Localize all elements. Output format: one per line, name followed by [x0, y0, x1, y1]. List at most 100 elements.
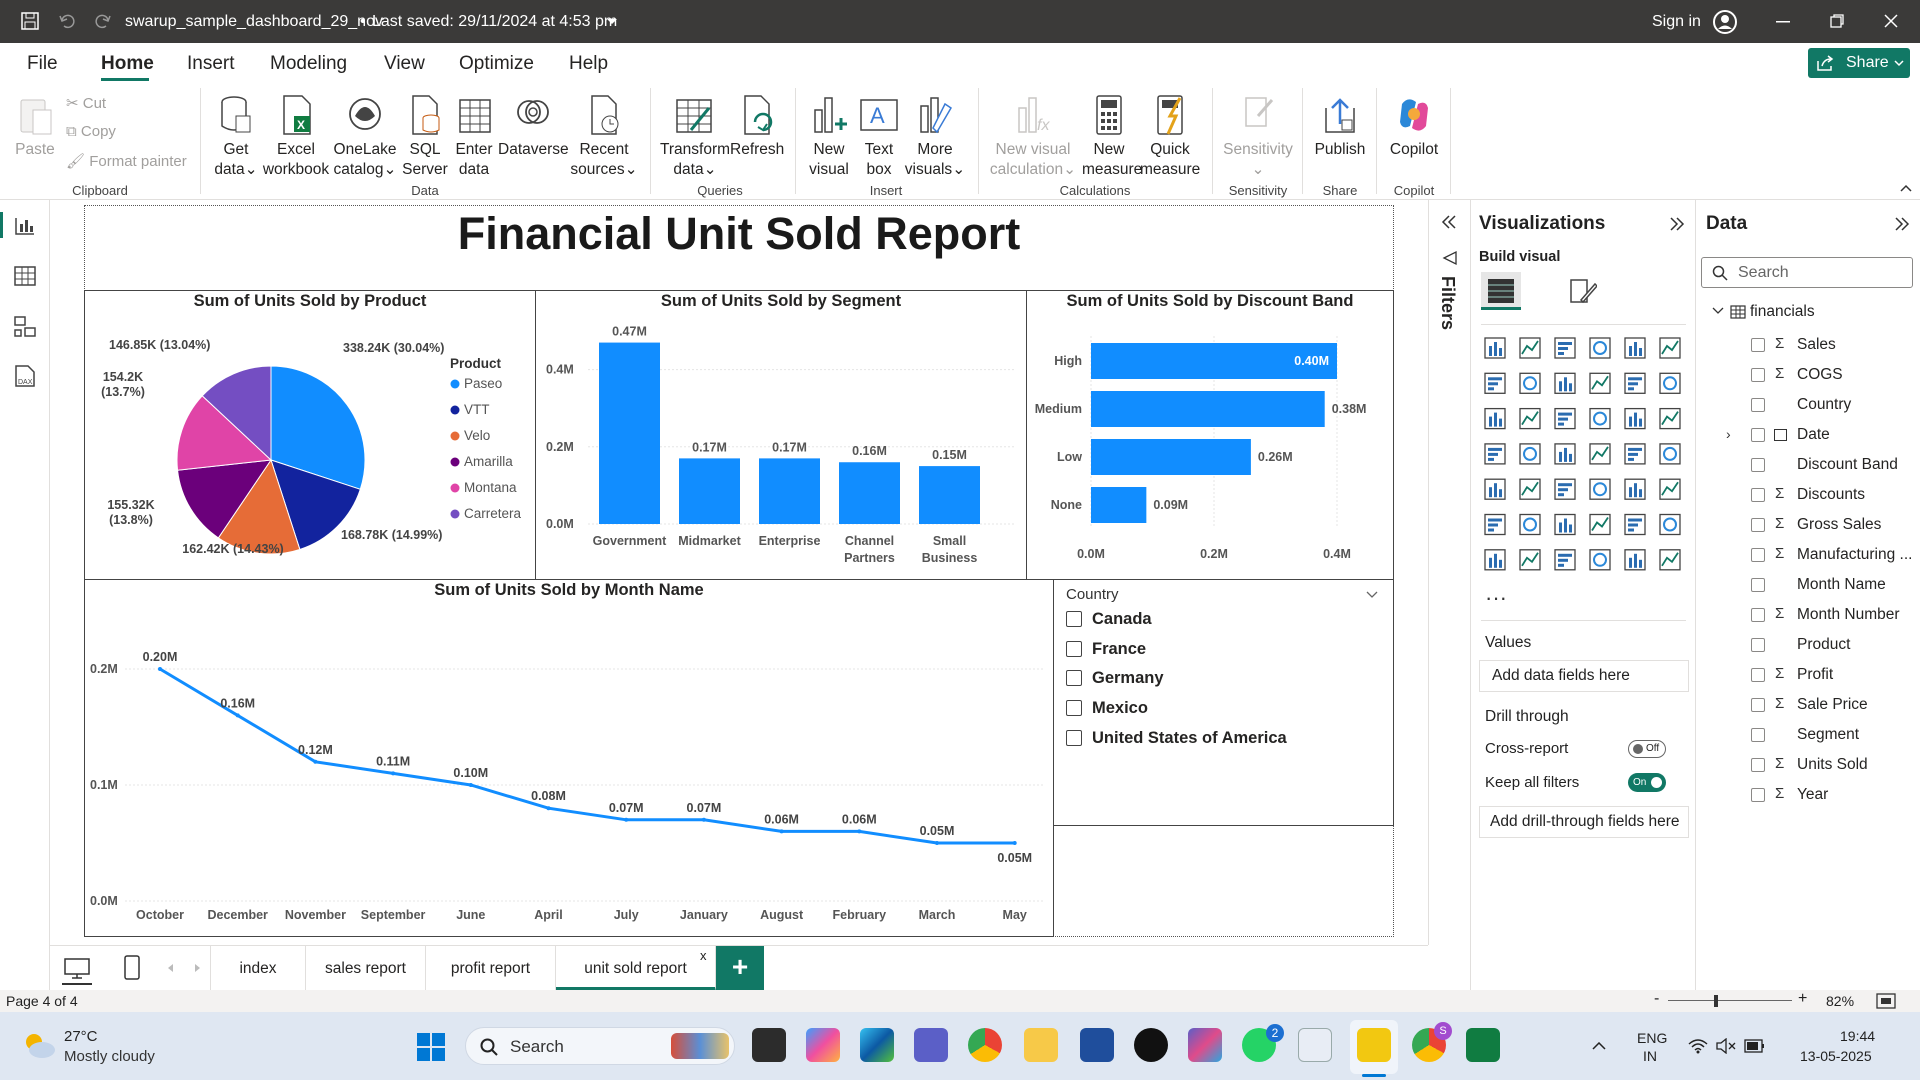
legend-marker[interactable] [450, 431, 460, 441]
icon-bar[interactable] [1558, 412, 1572, 416]
keep-all-filters-toggle[interactable]: On [1628, 773, 1666, 792]
menu-home[interactable]: Home [101, 53, 154, 75]
wifi-icon[interactable] [1688, 1038, 1708, 1054]
scroll-right-icon[interactable] [194, 963, 202, 973]
field-checkbox[interactable] [1751, 578, 1765, 592]
icon-circle[interactable] [1523, 446, 1537, 461]
discount-band-visual[interactable]: Sum of Units Sold by Discount Band 0.0M 0… [1026, 290, 1394, 580]
icon-bar[interactable] [1564, 377, 1567, 392]
excel-app-icon[interactable] [1466, 1028, 1500, 1062]
slicer-item[interactable]: France [1066, 640, 1146, 659]
icon-bar[interactable] [1488, 377, 1502, 381]
icon-line[interactable] [1591, 375, 1609, 390]
visual-type-icon[interactable] [1589, 549, 1611, 571]
visual-type-icon[interactable] [1659, 407, 1681, 430]
close-icon[interactable] [1884, 14, 1898, 28]
sign-in-link[interactable]: Sign in [1652, 13, 1701, 31]
desktop-layout-icon[interactable] [64, 958, 90, 980]
copy-button[interactable]: ⧉ Copy [66, 123, 116, 140]
field-item[interactable]: Σ Discounts [1696, 484, 1920, 508]
account-icon[interactable] [1712, 9, 1738, 35]
icon-circle[interactable] [1663, 446, 1677, 461]
bar[interactable] [599, 342, 660, 524]
table-view-icon[interactable] [14, 266, 36, 286]
icon-bar[interactable] [1569, 383, 1572, 392]
visual-type-icon[interactable] [1484, 513, 1506, 536]
icon-line[interactable] [1661, 552, 1679, 567]
menu-view[interactable]: View [384, 53, 425, 75]
icon-bar[interactable] [1558, 417, 1568, 421]
transform-data-button[interactable]: Transform data⌄ [660, 94, 730, 180]
visual-type-icon[interactable] [1519, 513, 1541, 536]
icon-bar[interactable] [1629, 346, 1632, 356]
visual-type-icon[interactable] [1589, 407, 1611, 430]
checkbox[interactable] [1066, 700, 1082, 716]
checkbox[interactable] [1066, 670, 1082, 686]
bar[interactable] [1091, 439, 1251, 475]
icon-line[interactable] [1661, 481, 1679, 496]
discount-band-bar-chart[interactable]: 0.0M 0.2M 0.4M High 0.40M Medium 0.38M Low 0.26M… [1027, 291, 1393, 579]
visual-type-icon[interactable] [1519, 549, 1541, 571]
icon-circle[interactable] [1593, 411, 1607, 426]
visual-type-icon[interactable] [1659, 549, 1681, 571]
edge-icon[interactable] [860, 1028, 894, 1062]
field-item[interactable]: Σ COGS [1696, 364, 1920, 388]
legend-marker[interactable] [450, 483, 460, 493]
icon-bar[interactable] [1628, 387, 1634, 391]
field-item[interactable]: Month Name [1696, 574, 1920, 598]
icon-bar[interactable] [1499, 418, 1502, 427]
icon-line[interactable] [1661, 411, 1679, 426]
icon-bar[interactable] [1569, 524, 1572, 533]
windows-start-icon[interactable] [416, 1032, 446, 1062]
icon-bar[interactable] [1488, 518, 1502, 522]
format-visual-icon[interactable] [1567, 276, 1597, 306]
line-point[interactable] [1012, 841, 1017, 845]
icon-bar[interactable] [1558, 493, 1564, 497]
icon-bar[interactable] [1569, 453, 1572, 462]
field-checkbox[interactable] [1751, 518, 1765, 532]
icon-bar[interactable] [1488, 452, 1498, 456]
icon-line[interactable] [1661, 340, 1679, 355]
slicer-item[interactable]: Mexico [1066, 699, 1148, 718]
icon-bar[interactable] [1639, 489, 1642, 498]
icon-bar[interactable] [1628, 382, 1638, 386]
menu-file[interactable]: File [27, 53, 58, 75]
icon-bar[interactable] [1628, 377, 1642, 381]
icon-bar[interactable] [1634, 342, 1637, 356]
icon-bar[interactable] [1489, 416, 1492, 427]
filters-pane-collapsed[interactable]: Filters [1428, 200, 1470, 945]
new-visual-calculation-button[interactable]: fx New visual calculation⌄ [988, 94, 1078, 180]
visual-type-icon[interactable] [1624, 337, 1646, 359]
checkbox[interactable] [1066, 611, 1082, 627]
copilot-button[interactable]: Copilot [1386, 94, 1442, 160]
icon-bar[interactable] [1558, 352, 1564, 355]
taskbar-search-input[interactable]: Search [465, 1027, 735, 1065]
menu-help[interactable]: Help [569, 53, 608, 75]
volume-muted-icon[interactable] [1716, 1038, 1736, 1054]
icon-bar[interactable] [1489, 487, 1492, 498]
visual-type-icon[interactable] [1519, 337, 1541, 359]
language-indicator[interactable]: ENG [1637, 1030, 1667, 1046]
line-point[interactable] [701, 817, 706, 822]
copilot-app-icon[interactable] [806, 1028, 840, 1062]
visual-type-icon[interactable] [1624, 407, 1646, 430]
expand-left-icon[interactable] [1441, 214, 1457, 230]
visual-type-icon[interactable] [1589, 513, 1611, 536]
save-icon[interactable] [20, 11, 40, 31]
field-checkbox[interactable] [1751, 458, 1765, 472]
file-explorer-icon[interactable] [1024, 1028, 1058, 1062]
icon-bar[interactable] [1499, 559, 1502, 568]
build-visual-tab[interactable] [1481, 272, 1521, 310]
icon-bar[interactable] [1558, 483, 1572, 487]
add-data-fields-well[interactable]: Add data fields here [1479, 660, 1689, 692]
icon-bar[interactable] [1639, 348, 1642, 356]
icon-bar[interactable] [1559, 381, 1562, 392]
icon-bar[interactable] [1489, 557, 1492, 568]
icon-bar[interactable] [1634, 553, 1637, 568]
mobile-layout-icon[interactable] [124, 955, 140, 981]
bar[interactable] [759, 458, 820, 524]
visual-type-icon[interactable] [1589, 337, 1611, 359]
collapse-ribbon-icon[interactable] [1900, 184, 1912, 192]
segment-bar-visual[interactable]: Sum of Units Sold by Segment 0.0M 0.2M 0.4… [535, 290, 1027, 580]
dataverse-button[interactable]: Dataverse [498, 94, 569, 160]
